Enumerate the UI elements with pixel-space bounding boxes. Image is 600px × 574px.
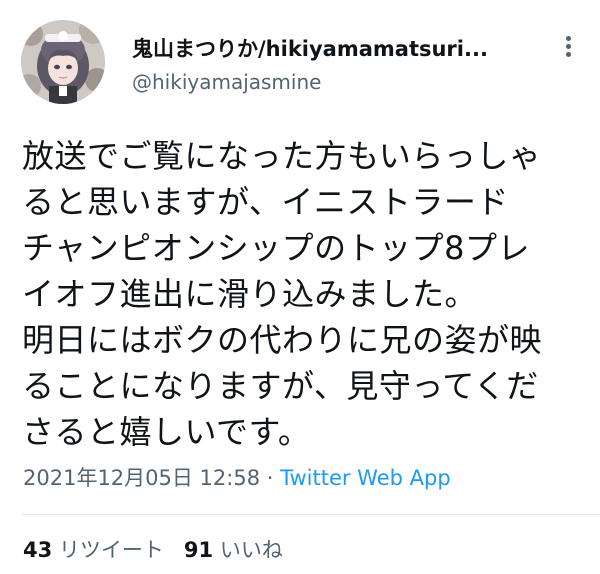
display-name[interactable]: 鬼山まつりか/hikiyamamatsuri... (132, 33, 488, 63)
more-options-icon[interactable] (556, 36, 580, 64)
tweet-text-line: ると思いますが、イニストラード (22, 183, 509, 221)
avatar[interactable] (21, 20, 105, 104)
tweet-card: 鬼山まつりか/hikiyamamatsuri... @hikiyamajasmi… (0, 0, 600, 574)
tweet-text-line: イオフ進出に滑り込みました。 (22, 275, 478, 313)
meta-separator: · (260, 466, 281, 490)
tweet-text-line: 放送でご覧になった方もいらっしゃ (22, 137, 542, 175)
tweet-text: 放送でご覧になった方もいらっしゃ ると思いますが、イニストラード チャンピオンシ… (22, 133, 592, 455)
tweet-stats: 43 リツイート 91 いいね (23, 534, 283, 564)
likes-label: いいね (219, 538, 283, 562)
likes-count: 91 (183, 538, 214, 562)
tweet-meta: 2021年12月05日 12:58 · Twitter Web App (23, 462, 451, 492)
tweet-source-link[interactable]: Twitter Web App (280, 466, 451, 490)
tweet-text-line: ることになりますが、見守ってくだ (22, 367, 539, 405)
divider (22, 514, 600, 515)
retweets-count: 43 (23, 538, 53, 562)
likes-stat[interactable]: 91 いいね (184, 538, 283, 562)
user-handle[interactable]: @hikiyamajasmine (132, 70, 321, 94)
profile-avatar-icon (21, 20, 105, 104)
tweet-timestamp[interactable]: 2021年12月05日 12:58 (23, 466, 260, 490)
tweet-text-line: さると嬉しいです。 (22, 413, 311, 451)
retweets-stat[interactable]: 43 リツイート (23, 538, 164, 562)
retweets-label: リツイート (58, 538, 164, 562)
tweet-text-line: 明日にはボクの代わりに兄の姿が映 (22, 321, 543, 359)
tweet-text-line: チャンピオンシップのトップ8プレ (22, 229, 531, 267)
